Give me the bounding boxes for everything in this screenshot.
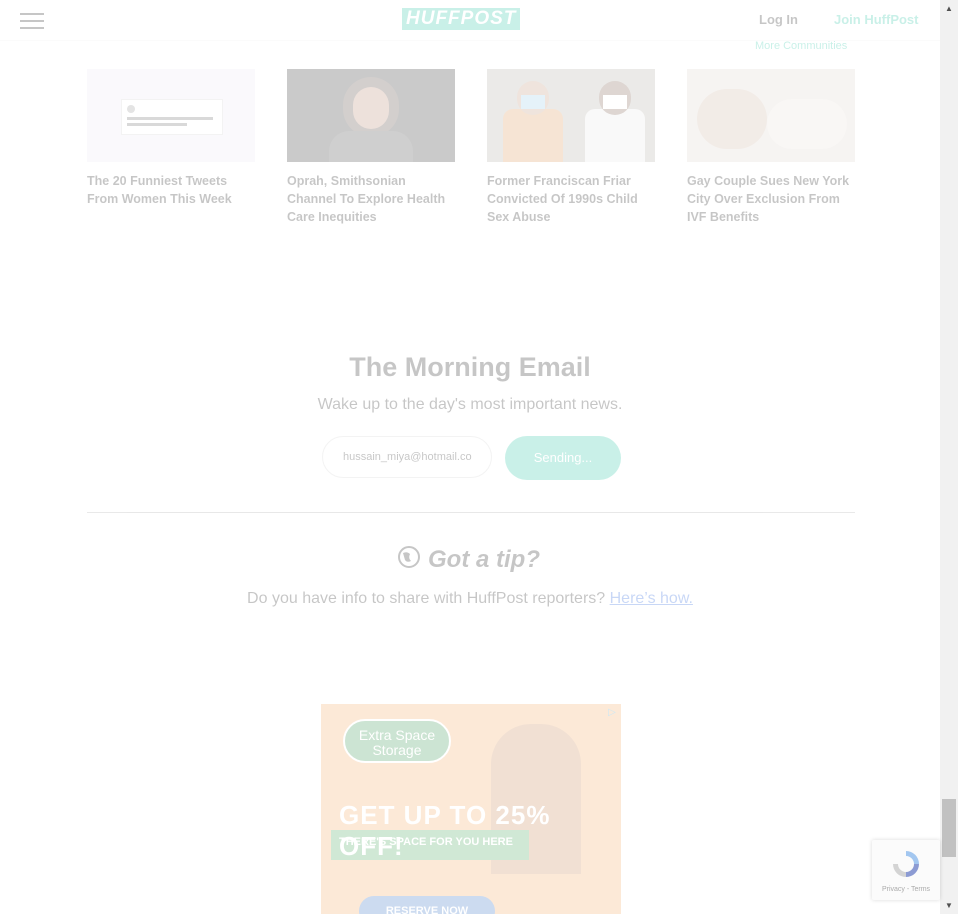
newsletter-title: The Morning Email bbox=[349, 352, 591, 382]
site-header: HUFFPOST Log In Join HuffPost bbox=[0, 0, 940, 41]
join-link[interactable]: Join HuffPost bbox=[834, 12, 919, 27]
ad-brand-logo: Extra Space Storage bbox=[343, 719, 451, 763]
scroll-thumb[interactable] bbox=[942, 799, 956, 857]
related-card[interactable]: Oprah, Smithsonian Channel To Explore He… bbox=[287, 69, 455, 226]
card-title: Oprah, Smithsonian Channel To Explore He… bbox=[287, 174, 446, 224]
card-title: The 20 Funniest Tweets From Women This W… bbox=[87, 174, 232, 206]
globe-icon bbox=[398, 546, 420, 568]
related-card[interactable]: The 20 Funniest Tweets From Women This W… bbox=[87, 69, 255, 208]
ad-headline: GET UP TO 25% OFF! bbox=[339, 800, 551, 861]
card-thumbnail bbox=[687, 69, 855, 162]
email-input[interactable] bbox=[322, 436, 492, 478]
card-thumbnail bbox=[87, 69, 255, 162]
menu-icon[interactable] bbox=[20, 13, 44, 29]
login-link[interactable]: Log In bbox=[759, 12, 798, 27]
subscribe-button[interactable]: Sending... bbox=[505, 436, 621, 480]
scroll-down-arrow-icon[interactable]: ▼ bbox=[940, 897, 958, 914]
card-thumbnail bbox=[287, 69, 455, 162]
huffpost-logo[interactable]: HUFFPOST bbox=[402, 8, 521, 30]
newsletter-subtitle: Wake up to the day's most important news… bbox=[317, 396, 623, 413]
tip-text: Do you have info to share with HuffPost … bbox=[0, 590, 940, 608]
advertisement[interactable]: ▷ Extra Space Storage GET UP TO 25% OFF!… bbox=[321, 704, 621, 914]
more-communities-link[interactable]: More Communities bbox=[755, 40, 847, 52]
related-card[interactable]: Former Franciscan Friar Convicted Of 199… bbox=[487, 69, 655, 226]
card-thumbnail bbox=[487, 69, 655, 162]
tip-title: Got a tip? bbox=[428, 546, 540, 573]
vertical-scrollbar[interactable]: ▲ ▼ bbox=[940, 0, 958, 914]
card-title: Gay Couple Sues New York City Over Exclu… bbox=[687, 174, 850, 224]
page-content: HUFFPOST Log In Join HuffPost More Commu… bbox=[0, 0, 940, 914]
recaptcha-text[interactable]: Privacy - Terms bbox=[872, 886, 940, 893]
tip-description: Do you have info to share with HuffPost … bbox=[247, 590, 606, 607]
recaptcha-badge[interactable]: Privacy - Terms bbox=[872, 840, 940, 900]
recaptcha-icon bbox=[893, 851, 919, 877]
ad-subheadline: THERE'S SPACE FOR YOU HERE bbox=[339, 836, 513, 848]
section-divider bbox=[87, 512, 855, 513]
related-card[interactable]: Gay Couple Sues New York City Over Exclu… bbox=[687, 69, 855, 226]
scroll-up-arrow-icon[interactable]: ▲ bbox=[940, 0, 958, 17]
tip-link[interactable]: Here’s how. bbox=[610, 590, 693, 607]
ad-cta-button[interactable]: RESERVE NOW bbox=[359, 896, 495, 914]
ad-choices-icon[interactable]: ▷ bbox=[605, 706, 619, 720]
card-title: Former Franciscan Friar Convicted Of 199… bbox=[487, 174, 638, 224]
